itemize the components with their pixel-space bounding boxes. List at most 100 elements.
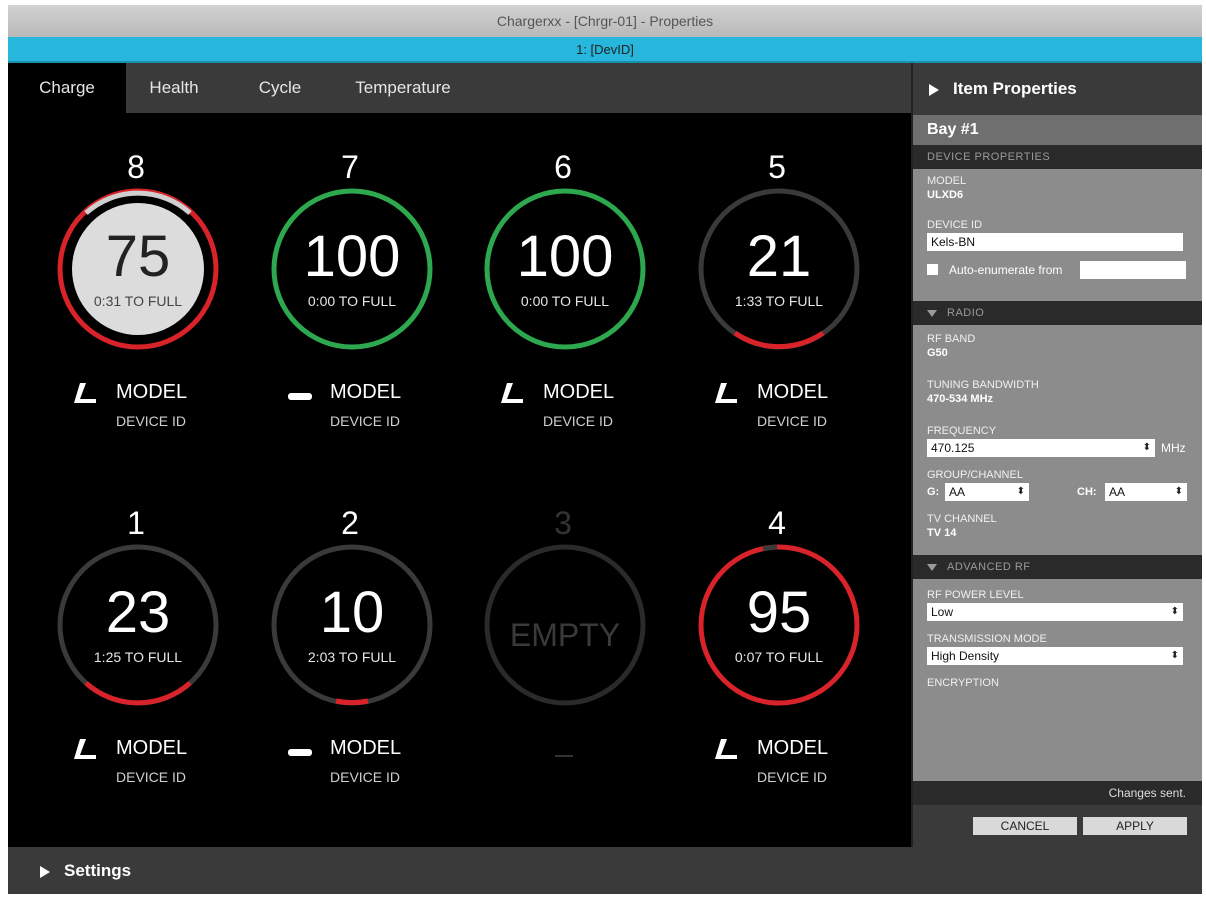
charge-grid: 8 75 0:31 TO FULL MODEL DEVICE ID 7 100 …: [8, 113, 911, 847]
group-channel-label: GROUP/CHANNEL: [927, 469, 1023, 481]
charge-percent: 10: [319, 580, 385, 645]
time-to-full: 1:25 TO FULL: [93, 649, 183, 665]
collapse-triangle-icon: [927, 563, 937, 571]
rf-band-label: RF BAND: [927, 333, 976, 345]
group-channel-row: G: AA ⬍ CH: AA ⬍: [913, 483, 1202, 505]
button-row: CANCEL APPLY: [913, 805, 1202, 847]
section-advanced-rf-label: ADVANCED RF: [947, 561, 1031, 573]
expand-triangle-icon: [40, 865, 50, 878]
section-radio-label: RADIO: [947, 307, 985, 319]
section-radio[interactable]: RADIO: [913, 301, 1202, 325]
device-model: MODEL: [757, 381, 829, 403]
auto-enumerate-row: Auto-enumerate from: [913, 261, 1202, 279]
updown-arrow-icon: ⬍: [1174, 486, 1183, 497]
rf-power-select[interactable]: Low ⬍: [927, 603, 1183, 621]
device-id: DEVICE ID: [757, 769, 828, 785]
channel-label: CH:: [1077, 486, 1097, 498]
bay-title: Bay #1: [913, 115, 1202, 145]
tab-charge[interactable]: Charge: [8, 63, 126, 113]
device-id: DEVICE ID: [116, 769, 187, 785]
window-title: Chargerxx - [Chrgr-01] - Properties: [8, 5, 1202, 37]
bodypack-icon: [288, 393, 312, 400]
device-model: MODEL: [116, 737, 188, 759]
device-id-field[interactable]: Kels-BN: [927, 233, 1183, 251]
bay-2[interactable]: 2 10 2:03 TO FULL MODEL DEVICE ID: [270, 503, 470, 823]
time-to-full: 0:00 TO FULL: [520, 293, 610, 309]
encryption-label: ENCRYPTION: [927, 677, 999, 689]
model-label: MODEL: [927, 175, 967, 187]
group-value: AA: [949, 485, 966, 499]
device-id: DEVICE ID: [330, 413, 401, 429]
updown-arrow-icon: ⬍: [1016, 486, 1025, 497]
settings-bar[interactable]: Settings: [8, 847, 1202, 894]
tab-bar: Charge Health Cycle Temperature: [8, 63, 911, 113]
empty-label: EMPTY: [509, 617, 621, 653]
handheld-mic-icon: [501, 383, 523, 403]
device-id: DEVICE ID: [543, 413, 614, 429]
charge-percent: 21: [746, 224, 812, 289]
charge-percent: 100: [516, 224, 614, 289]
bay-number: 4: [768, 505, 786, 541]
device-id: DEVICE ID: [757, 413, 828, 429]
bay-8[interactable]: 8 75 0:31 TO FULL MODEL DEVICE ID: [56, 147, 256, 467]
section-advanced-rf[interactable]: ADVANCED RF: [913, 555, 1202, 579]
handheld-mic-icon: [74, 739, 96, 759]
tuning-bandwidth-value: 470-534 MHz: [927, 393, 994, 405]
auto-enumerate-label: Auto-enumerate from: [949, 263, 1063, 277]
channel-select[interactable]: AA ⬍: [1105, 483, 1187, 501]
frequency-row: 470.125 ⬍ MHz: [913, 439, 1202, 459]
empty-dash: —: [555, 755, 573, 757]
tv-channel-label: TV CHANNEL: [927, 513, 997, 525]
bodypack-icon: [288, 749, 312, 756]
transmission-mode-value: High Density: [931, 649, 1000, 663]
bay-number: 7: [341, 149, 359, 185]
bay-7[interactable]: 7 100 0:00 TO FULL MODEL DEVICE ID: [270, 147, 470, 467]
settings-label: Settings: [64, 861, 132, 880]
rf-power-value: Low: [931, 605, 954, 619]
bay-6[interactable]: 6 100 0:00 TO FULL MODEL DEVICE ID: [483, 147, 683, 467]
tab-cycle[interactable]: Cycle: [222, 63, 338, 113]
auto-enumerate-checkbox[interactable]: [927, 264, 938, 275]
cancel-button[interactable]: CANCEL: [973, 817, 1077, 835]
panel-header[interactable]: Item Properties: [913, 63, 1202, 115]
device-bar[interactable]: 1: [DevID]: [8, 37, 1202, 63]
tuning-bandwidth-label: TUNING BANDWIDTH: [927, 379, 1039, 391]
transmission-mode-select[interactable]: High Density ⬍: [927, 647, 1183, 665]
charge-percent: 95: [746, 580, 812, 645]
tab-health[interactable]: Health: [126, 63, 222, 113]
updown-arrow-icon: ⬍: [1142, 442, 1151, 453]
item-properties-panel: Item Properties Bay #1 DEVICE PROPERTIES…: [911, 63, 1202, 847]
time-to-full: 2:03 TO FULL: [307, 649, 397, 665]
bay-number: 1: [127, 505, 145, 541]
device-model: MODEL: [116, 381, 188, 403]
tv-channel-value: TV 14: [927, 527, 957, 539]
group-label: G:: [927, 486, 940, 498]
tab-temperature[interactable]: Temperature: [338, 63, 468, 113]
auto-enumerate-field[interactable]: [1080, 261, 1186, 279]
time-to-full: 0:07 TO FULL: [734, 649, 824, 665]
frequency-select[interactable]: 470.125 ⬍: [927, 439, 1155, 457]
device-model: MODEL: [330, 381, 402, 403]
updown-arrow-icon: ⬍: [1170, 650, 1179, 661]
bay-1[interactable]: 1 23 1:25 TO FULL MODEL DEVICE ID: [56, 503, 256, 823]
device-id: DEVICE ID: [116, 413, 187, 429]
bay-4[interactable]: 4 95 0:07 TO FULL MODEL DEVICE ID: [697, 503, 897, 823]
device-id-label: DEVICE ID: [927, 219, 983, 231]
status-text: Changes sent.: [913, 781, 1202, 805]
bay-3[interactable]: 3 EMPTY —: [483, 503, 683, 823]
apply-button[interactable]: APPLY: [1083, 817, 1187, 835]
handheld-mic-icon: [74, 383, 96, 403]
handheld-mic-icon: [715, 383, 737, 403]
collapse-triangle-icon: [927, 309, 937, 317]
bay-number: 8: [127, 149, 145, 185]
bay-5[interactable]: 5 21 1:33 TO FULL MODEL DEVICE ID: [697, 147, 897, 467]
frequency-value: 470.125: [931, 441, 975, 455]
model-value: ULXD6: [927, 189, 964, 201]
rf-power-label: RF POWER LEVEL: [927, 589, 1024, 601]
handheld-mic-icon: [715, 739, 737, 759]
section-device-properties: DEVICE PROPERTIES: [913, 145, 1202, 169]
rf-band-value: G50: [927, 347, 948, 359]
group-select[interactable]: AA ⬍: [945, 483, 1029, 501]
expand-triangle-icon: [929, 83, 939, 96]
device-id: DEVICE ID: [330, 769, 401, 785]
